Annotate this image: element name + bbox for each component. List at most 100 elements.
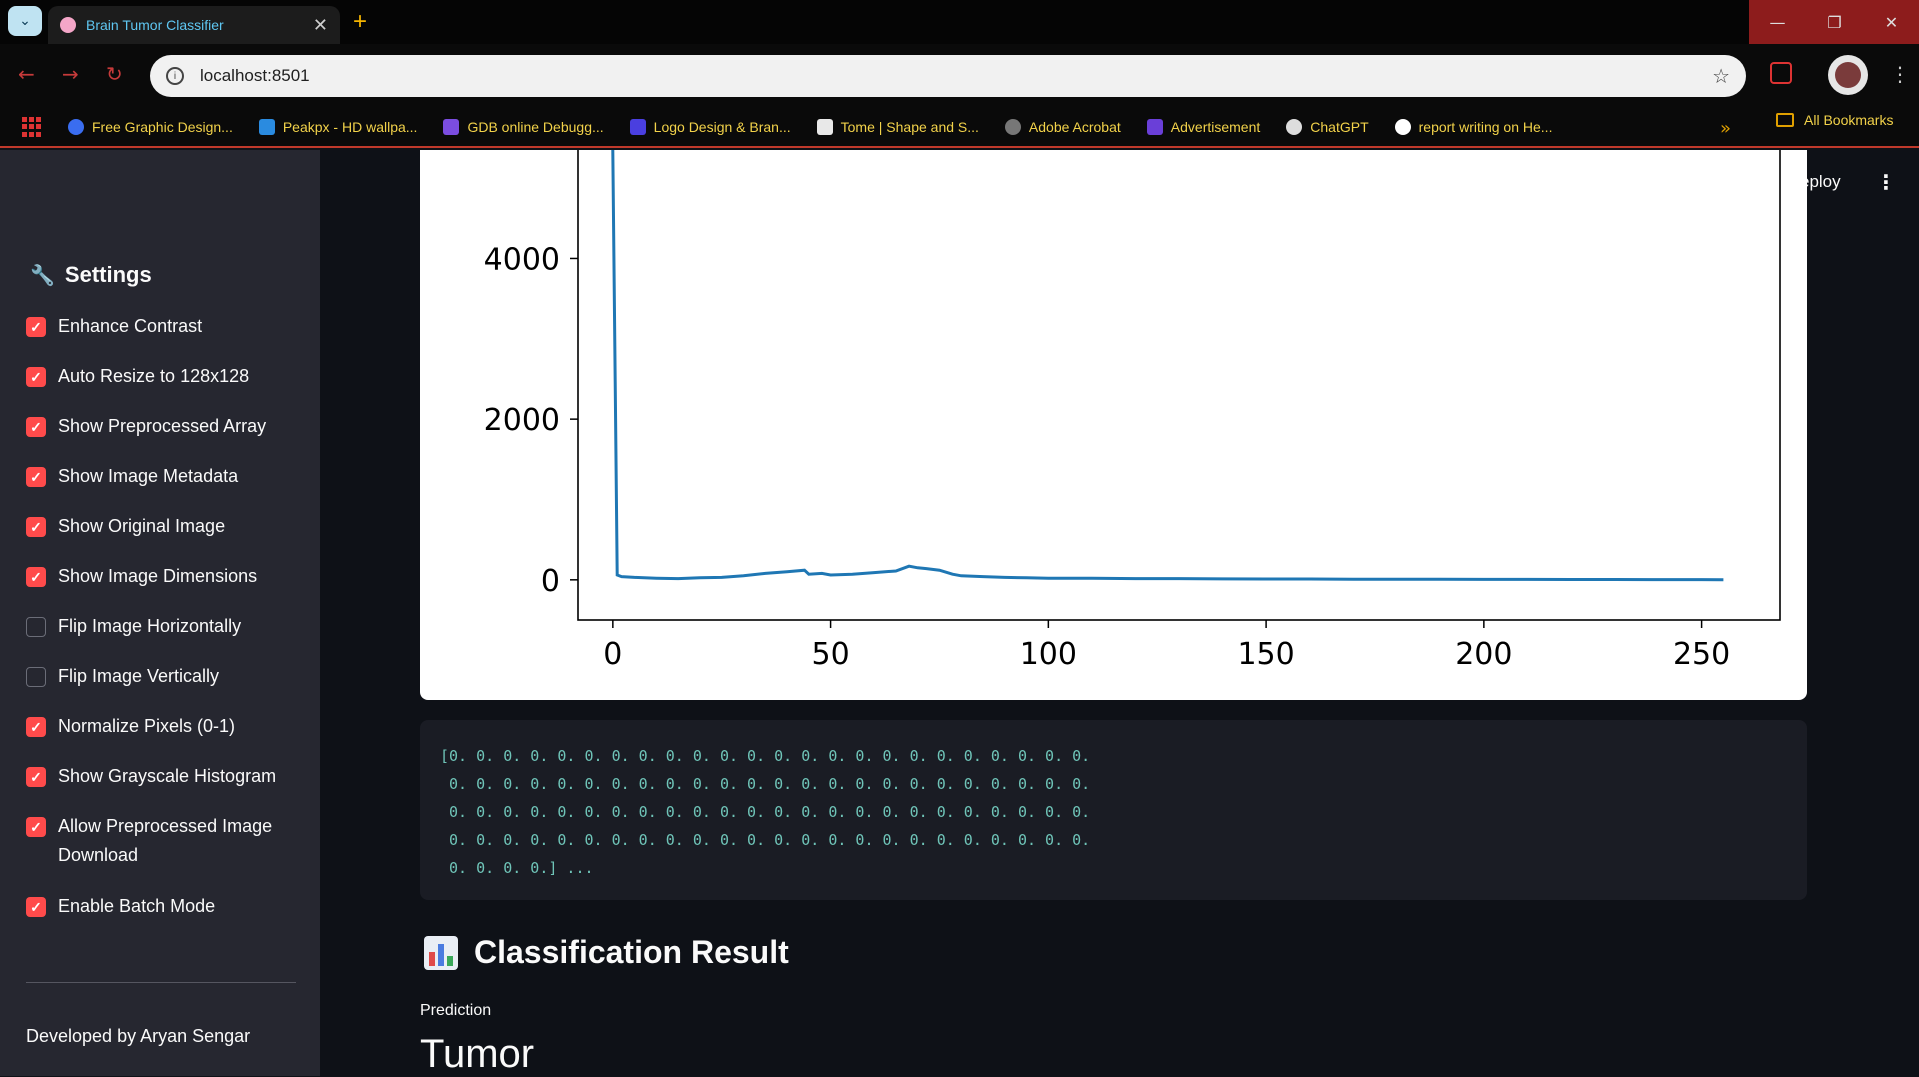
bookmark-favicon <box>1286 119 1303 135</box>
tab-title: Brain Tumor Classifier <box>86 17 224 33</box>
bookmark-item[interactable]: Advertisement <box>1146 119 1260 135</box>
histogram-svg: 0 50 100 150 200 250 0 2000 4000 <box>484 150 1781 672</box>
sidebar-option[interactable]: ✓ Show Image Metadata <box>26 462 286 491</box>
result-heading: Classification Result <box>424 934 789 971</box>
sidebar-option[interactable]: ✓ Show Preprocessed Array <box>26 412 286 441</box>
browser-menu-icon[interactable]: ⋮ <box>1890 62 1910 86</box>
option-label: Show Preprocessed Array <box>58 416 267 436</box>
sidebar-option[interactable]: ✓ Show Original Image <box>26 512 286 541</box>
checkbox-checked-icon[interactable]: ✓ <box>26 367 46 387</box>
reload-icon[interactable]: ↻ <box>106 62 123 86</box>
bookmark-favicon <box>629 119 646 135</box>
y-tick-label: 4000 <box>484 242 560 277</box>
bar-chart-icon <box>424 935 458 970</box>
bookmark-favicon <box>1004 119 1021 135</box>
wrench-icon: 🔧 <box>30 264 55 287</box>
bookmark-favicon <box>816 119 833 135</box>
prediction-label: Prediction <box>420 1002 492 1019</box>
sidebar-option[interactable]: ✓ Enable Batch Mode <box>26 892 286 921</box>
sidebar-option[interactable]: ✓ Show Grayscale Histogram <box>26 762 286 791</box>
sidebar-option[interactable]: Flip Image Horizontally <box>26 612 286 641</box>
checkbox-unchecked-icon[interactable] <box>26 617 46 637</box>
close-window-button[interactable]: ✕ <box>1863 0 1919 44</box>
app-menu-icon[interactable]: ⋮ <box>1876 170 1896 194</box>
checkbox-checked-icon[interactable]: ✓ <box>26 417 46 437</box>
tab-search-button[interactable]: ⌄ <box>8 6 42 36</box>
checkbox-checked-icon[interactable]: ✓ <box>26 817 46 837</box>
extensions-icon[interactable] <box>1770 62 1792 84</box>
array-line: 0. 0. 0. 0. 0. 0. 0. 0. 0. 0. 0. 0. 0. 0… <box>440 803 1091 821</box>
bookmark-item[interactable]: Adobe Acrobat <box>1004 119 1121 135</box>
checkbox-checked-icon[interactable]: ✓ <box>26 897 46 917</box>
profile-avatar[interactable] <box>1828 55 1868 95</box>
option-label: Show Original Image <box>58 516 226 536</box>
back-arrow-icon[interactable]: ← <box>18 62 35 86</box>
array-line: 0. 0. 0. 0. 0. 0. 0. 0. 0. 0. 0. 0. 0. 0… <box>440 831 1091 849</box>
sidebar-option[interactable]: ✓ Show Image Dimensions <box>26 562 286 591</box>
histogram-line <box>611 150 1724 582</box>
checkbox-checked-icon[interactable]: ✓ <box>26 717 46 737</box>
x-tick-label: 100 <box>1020 637 1077 672</box>
forward-arrow-icon[interactable]: → <box>62 62 79 86</box>
option-label: Allow Preprocessed Image Download <box>58 816 273 865</box>
x-tick-label: 0 <box>603 637 622 672</box>
all-bookmarks-button[interactable]: All Bookmarks <box>1776 112 1893 128</box>
sidebar-option[interactable]: ✓ Allow Preprocessed Image Download <box>26 812 286 870</box>
checkbox-checked-icon[interactable]: ✓ <box>26 567 46 587</box>
bookmark-item[interactable]: GDB online Debugg... <box>443 119 604 135</box>
bookmark-item[interactable]: report writing on He... <box>1394 119 1552 135</box>
array-line: [0. 0. 0. 0. 0. 0. 0. 0. 0. 0. 0. 0. 0. … <box>440 747 1091 765</box>
brain-icon <box>60 17 76 33</box>
plot-frame <box>577 150 1781 621</box>
sidebar-option[interactable]: ✓ Enhance Contrast <box>26 312 286 341</box>
minimize-button[interactable]: — <box>1749 0 1806 44</box>
bookmark-item[interactable]: Tome | Shape and S... <box>816 119 979 135</box>
bookmark-star-icon[interactable]: ☆ <box>1712 64 1730 88</box>
restore-button[interactable]: ❐ <box>1806 0 1863 44</box>
sidebar-option[interactable]: ✓ Auto Resize to 128x128 <box>26 362 286 391</box>
sidebar-divider <box>26 982 296 983</box>
browser-tab[interactable]: Brain Tumor Classifier ✕ <box>48 6 340 44</box>
browser-tab-strip: ⌄ Brain Tumor Classifier ✕ + — ❐ ✕ <box>0 0 1919 44</box>
apps-grid-icon[interactable] <box>22 117 42 137</box>
x-tick-label: 250 <box>1673 637 1730 672</box>
preprocessed-array-output: [0. 0. 0. 0. 0. 0. 0. 0. 0. 0. 0. 0. 0. … <box>420 720 1807 900</box>
option-label: Show Image Dimensions <box>58 566 258 586</box>
bookmark-favicon <box>1394 119 1411 135</box>
y-tick-label: 0 <box>541 564 560 599</box>
checkbox-checked-icon[interactable]: ✓ <box>26 517 46 537</box>
bookmark-item[interactable]: Peakpx - HD wallpa... <box>258 119 417 135</box>
folder-icon <box>1776 113 1794 127</box>
address-bar[interactable]: i localhost:8501 ☆ <box>150 55 1746 97</box>
array-line: 0. 0. 0. 0.] ... <box>440 859 594 877</box>
checkbox-checked-icon[interactable]: ✓ <box>26 467 46 487</box>
close-tab-icon[interactable]: ✕ <box>313 15 328 36</box>
sidebar-title: 🔧 Settings <box>30 262 152 287</box>
option-label: Enhance Contrast <box>58 316 203 336</box>
checkbox-checked-icon[interactable]: ✓ <box>26 317 46 337</box>
option-label: Flip Image Horizontally <box>58 616 242 636</box>
option-label: Show Image Metadata <box>58 466 239 486</box>
checkbox-unchecked-icon[interactable] <box>26 667 46 687</box>
option-label: Auto Resize to 128x128 <box>58 366 250 386</box>
sidebar-option[interactable]: Flip Image Vertically <box>26 662 286 691</box>
option-label: Enable Batch Mode <box>58 896 216 916</box>
bookmark-item[interactable]: ChatGPT <box>1286 119 1369 135</box>
more-bookmarks-button[interactable]: » <box>1720 118 1731 139</box>
site-info-icon[interactable]: i <box>166 67 184 85</box>
sidebar-option[interactable]: ✓ Normalize Pixels (0-1) <box>26 712 286 741</box>
bookmark-item[interactable]: Logo Design & Bran... <box>629 119 791 135</box>
y-tick-label: 2000 <box>484 403 560 438</box>
url-text[interactable]: localhost:8501 <box>200 66 1712 86</box>
checkbox-checked-icon[interactable]: ✓ <box>26 767 46 787</box>
bookmark-favicon <box>443 119 460 135</box>
array-line: 0. 0. 0. 0. 0. 0. 0. 0. 0. 0. 0. 0. 0. 0… <box>440 775 1091 793</box>
bookmark-favicon <box>1146 119 1163 135</box>
developer-credit: Developed by Aryan Sengar <box>26 1026 251 1046</box>
bookmark-favicon <box>68 119 84 135</box>
option-label: Flip Image Vertically <box>58 666 220 686</box>
new-tab-button[interactable]: + <box>353 8 367 36</box>
x-tick-label: 50 <box>812 637 850 672</box>
bookmark-item[interactable]: Free Graphic Design... <box>68 119 233 135</box>
option-label: Show Grayscale Histogram <box>58 766 277 786</box>
